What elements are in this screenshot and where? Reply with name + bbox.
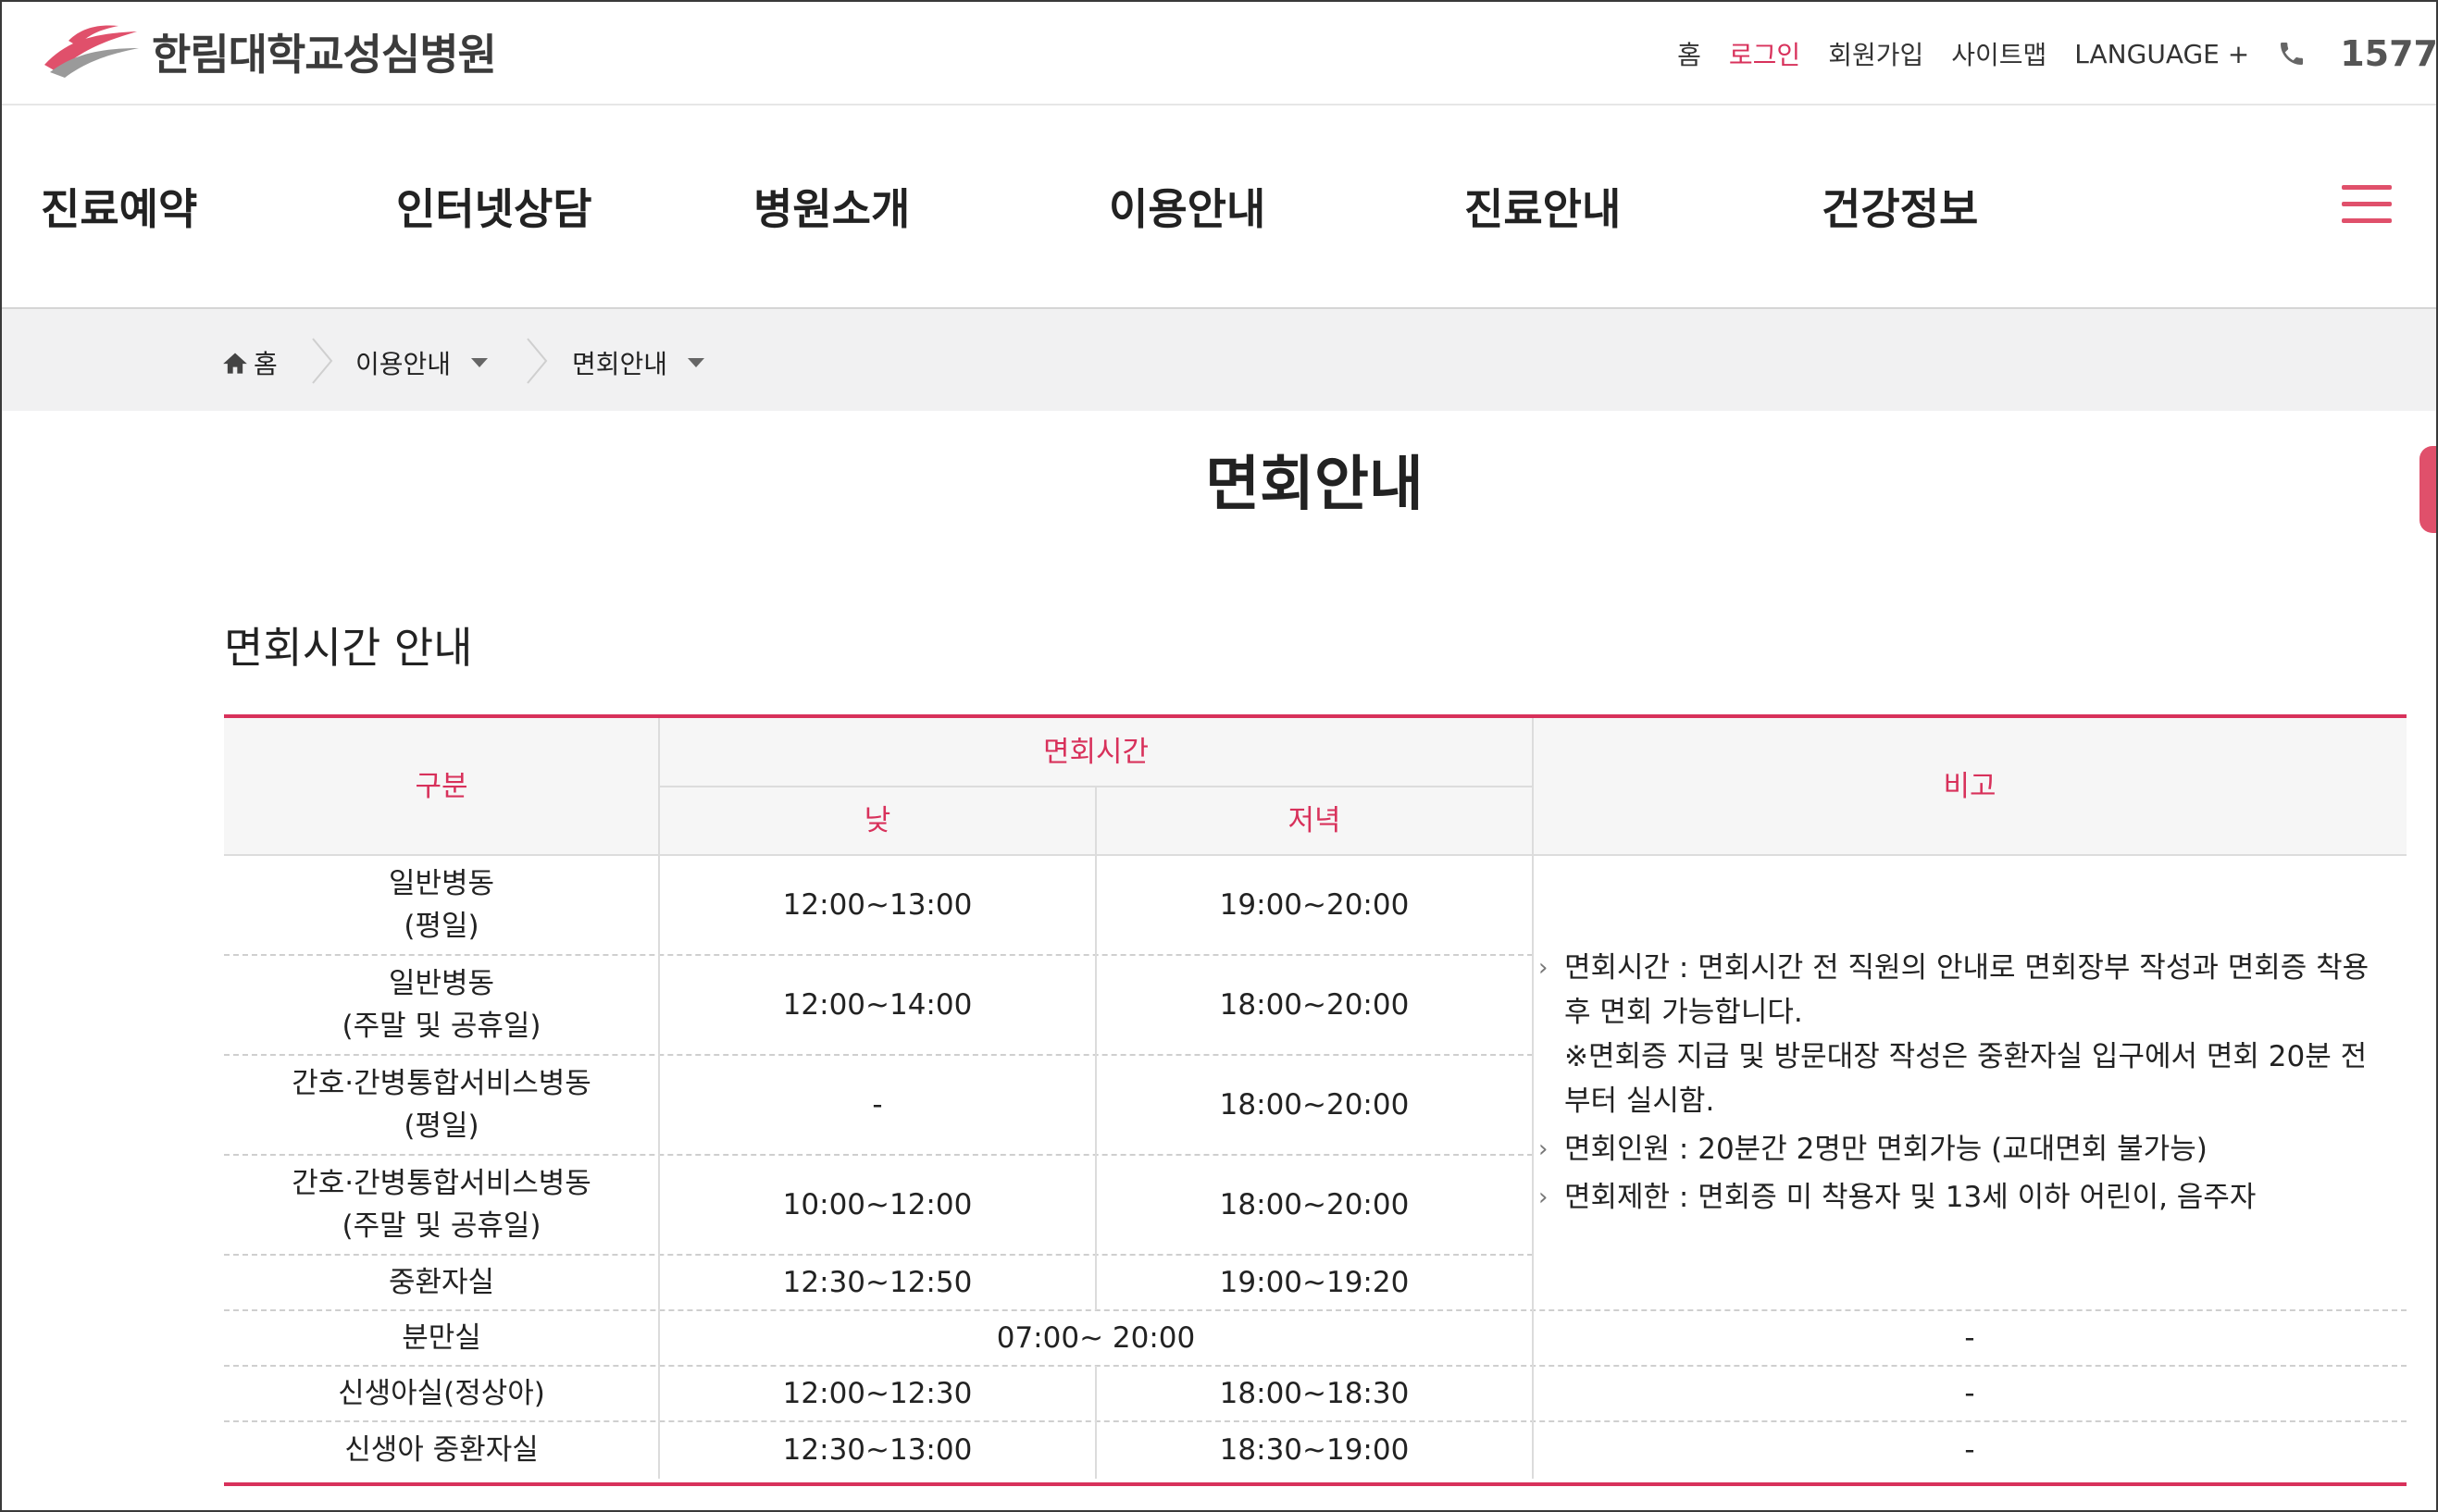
utility-links: 홈 로그인 회원가입 사이트맵 LANGUAGE + 1577: [1649, 28, 2438, 80]
note-item: 면회시간 : 면회시간 전 직원의 안내로 면회장부 작성과 면회증 착용 후 …: [1536, 946, 2393, 1123]
util-language-link[interactable]: LANGUAGE +: [2074, 39, 2249, 69]
breadcrumb-level1[interactable]: 이용안내: [355, 344, 489, 381]
row-category: 일반병동 (평일): [388, 866, 495, 944]
home-icon: [223, 353, 247, 374]
row-day-time: 12:30~13:00: [782, 1432, 973, 1467]
row-day-time: 12:30~12:50: [782, 1265, 973, 1299]
row-category: 분만실: [402, 1320, 481, 1355]
row-day-time: 10:00~12:00: [782, 1187, 973, 1221]
breadcrumb-level1-label: 이용안내: [355, 349, 452, 379]
visiting-hours-table: 구분 면회시간 낮 저녁 비고 일반병동 (평일) 12:00~13:00 19…: [224, 714, 2407, 1486]
row-merged-time: 07:00~ 20:00: [996, 1320, 1196, 1355]
menu-icon[interactable]: [2342, 185, 2392, 226]
nav-item-usage-guide[interactable]: 이용안내: [1109, 176, 1265, 237]
remark-notes: 면회시간 : 면회시간 전 직원의 안내로 면회장부 작성과 면회증 착용 후 …: [1536, 946, 2393, 1223]
breadcrumb: 홈 이용안내 면회안내: [0, 309, 2438, 411]
breadcrumb-home-label: 홈: [254, 349, 278, 379]
nav-item-reservation[interactable]: 진료예약: [41, 176, 197, 237]
breadcrumb-separator-icon: [312, 338, 333, 384]
header-visit-time: 면회시간: [659, 718, 1533, 787]
note-item: 면회인원 : 20분간 2명만 면회가능 (교대면회 불가능): [1536, 1127, 2393, 1171]
util-home-link[interactable]: 홈: [1677, 35, 1701, 72]
row-category: 간호·간병통합서비스병동 (평일): [292, 1066, 591, 1144]
row-category: 신생아실(정상아): [338, 1376, 545, 1410]
nav-item-online-consult[interactable]: 인터넷상담: [396, 176, 592, 237]
row-evening-time: 18:30~19:00: [1219, 1432, 1410, 1467]
chevron-down-icon: [471, 358, 489, 367]
nav-item-health-info[interactable]: 건강정보: [1822, 176, 1978, 237]
row-remark: -: [1964, 1432, 1975, 1467]
header-evening: 저녁: [1096, 787, 1533, 855]
util-login-link[interactable]: 로그인: [1729, 35, 1800, 72]
row-remark: -: [1964, 1376, 1975, 1410]
section-title: 면회시간 안내: [224, 623, 473, 673]
row-day-time: 12:00~13:00: [782, 887, 973, 922]
breadcrumb-level2[interactable]: 면회안내: [572, 344, 705, 381]
phone-icon: [2281, 43, 2304, 65]
header-remark: 비고: [1533, 718, 2407, 855]
row-remark: -: [1964, 1320, 1975, 1355]
row-evening-time: 19:00~20:00: [1219, 887, 1410, 922]
util-signup-link[interactable]: 회원가입: [1828, 35, 1923, 72]
util-sitemap-link[interactable]: 사이트맵: [1951, 35, 2046, 72]
phone-number[interactable]: 1577: [2277, 33, 2438, 74]
row-evening-time: 19:00~19:20: [1219, 1265, 1410, 1299]
header-category: 구분: [224, 718, 659, 855]
main-nav: 진료예약 인터넷상담 병원소개 이용안내 진료안내 건강정보: [0, 104, 2438, 309]
row-evening-time: 18:00~20:00: [1219, 1087, 1410, 1122]
top-bar: 한림대학교성심병원 홈 로그인 회원가입 사이트맵 LANGUAGE + 157…: [0, 0, 2438, 105]
logo-text: 한림대학교성심병원: [152, 30, 497, 80]
row-evening-time: 18:00~18:30: [1219, 1376, 1410, 1410]
nav-item-hospital-intro[interactable]: 병원소개: [753, 176, 910, 237]
chevron-down-icon: [688, 358, 705, 367]
phone-text: 1577: [2340, 33, 2438, 74]
row-category: 간호·간병통합서비스병동 (주말 및 공휴일): [292, 1166, 591, 1244]
breadcrumb-separator-icon: [527, 338, 548, 384]
hospital-logo[interactable]: 한림대학교성심병원: [41, 13, 497, 91]
row-day-time: 12:00~14:00: [782, 987, 973, 1022]
row-category: 신생아 중환자실: [344, 1432, 539, 1467]
breadcrumb-level2-label: 면회안내: [572, 349, 668, 379]
note-item: 면회제한 : 면회증 미 착용자 및 13세 이하 어린이, 음주자: [1536, 1175, 2393, 1220]
nav-item-treatment-guide[interactable]: 진료안내: [1464, 176, 1621, 237]
row-category: 일반병동 (주말 및 공휴일): [342, 966, 541, 1044]
row-evening-time: 18:00~20:00: [1219, 987, 1410, 1022]
row-day-time: -: [872, 1087, 883, 1122]
header-day: 낮: [659, 787, 1096, 855]
breadcrumb-home[interactable]: 홈: [222, 344, 278, 381]
page-title: 면회안내: [1205, 451, 1424, 519]
logo-swoosh-icon: [44, 25, 139, 78]
row-evening-time: 18:00~20:00: [1219, 1187, 1410, 1221]
side-quick-tab[interactable]: [2419, 446, 2438, 533]
row-day-time: 12:00~12:30: [782, 1376, 973, 1410]
row-category: 중환자실: [388, 1265, 495, 1299]
